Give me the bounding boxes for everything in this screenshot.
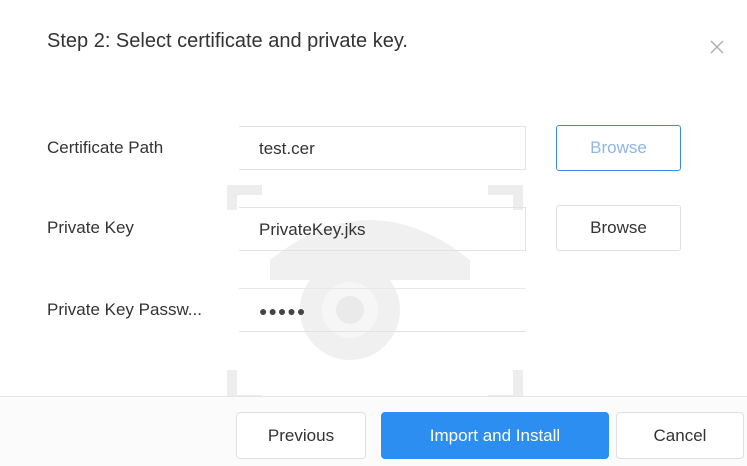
certificate-path-field[interactable]: test.cer: [239, 126, 526, 170]
private-key-label: Private Key: [47, 218, 134, 237]
import-and-install-button[interactable]: Import and Install: [381, 412, 609, 459]
cancel-button[interactable]: Cancel: [616, 412, 744, 459]
private-key-password-label: Private Key Passw...: [47, 300, 202, 319]
private-key-field[interactable]: PrivateKey.jks: [239, 207, 526, 251]
dialog-title: Step 2: Select certificate and private k…: [47, 30, 408, 52]
close-icon: [710, 40, 724, 54]
previous-button[interactable]: Previous: [236, 412, 366, 459]
private-key-value: PrivateKey.jks: [259, 220, 366, 239]
private-key-password-value: ●●●●●: [259, 303, 307, 319]
certificate-path-label: Certificate Path: [47, 138, 164, 157]
certificate-browse-button[interactable]: Browse: [556, 125, 681, 171]
close-button[interactable]: [706, 36, 728, 58]
private-key-password-field[interactable]: ●●●●●: [239, 288, 526, 332]
certificate-path-value: test.cer: [259, 139, 315, 158]
certificate-dialog: Step 2: Select certificate and private k…: [0, 0, 747, 466]
private-key-browse-button[interactable]: Browse: [556, 205, 681, 251]
